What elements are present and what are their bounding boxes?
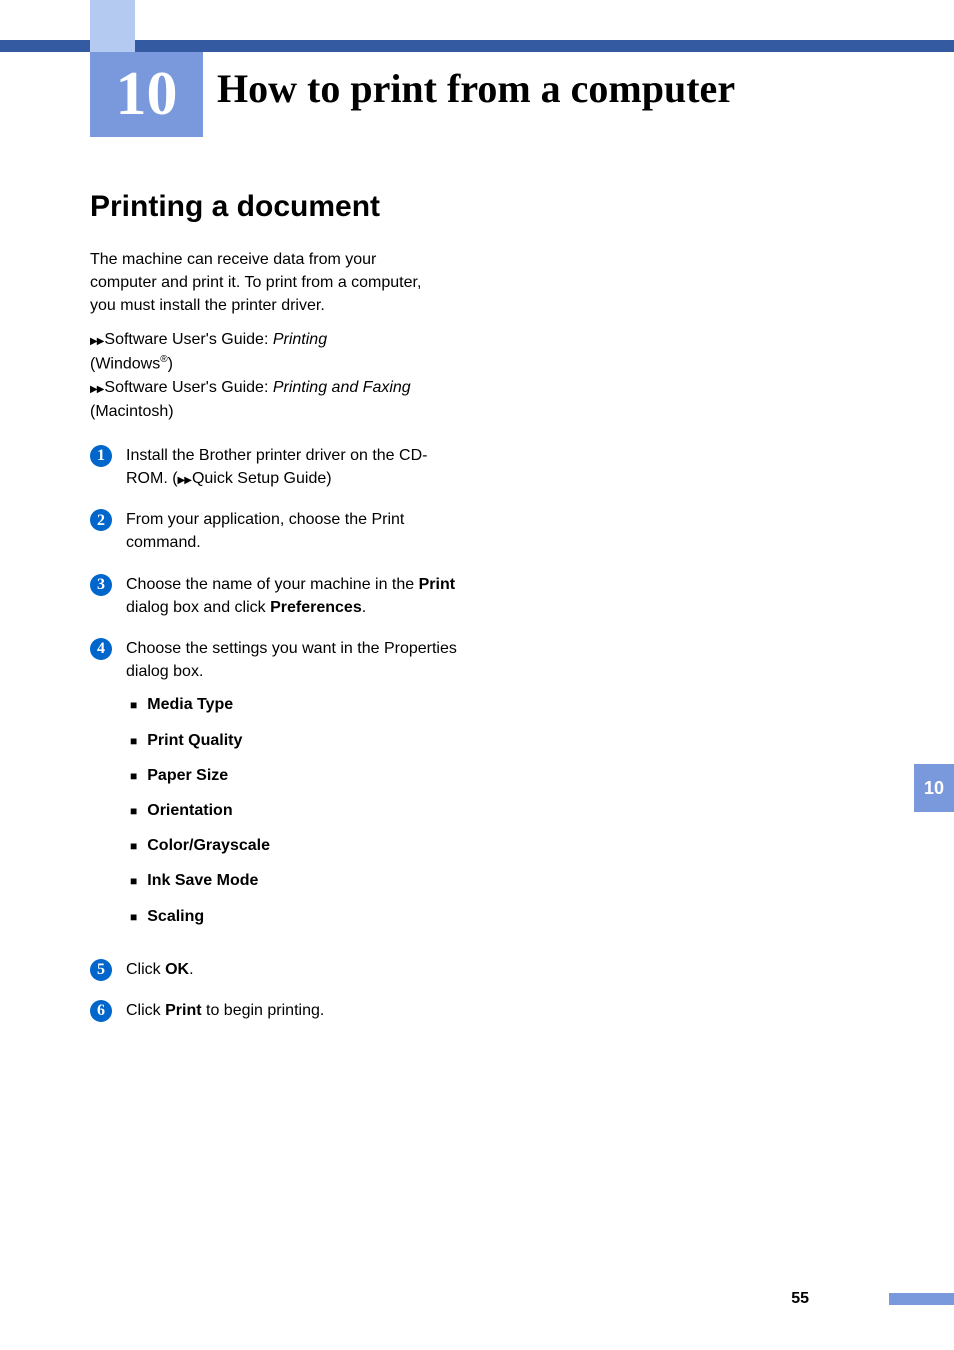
step-text: Click OK. (126, 958, 460, 981)
ref2-title: Printing and Faxing (273, 379, 411, 396)
registered-symbol: ® (160, 354, 167, 365)
setting-item: Ink Save Mode (130, 869, 460, 892)
setting-item: Media Type (130, 693, 460, 716)
step-text-part: . (362, 599, 366, 616)
footer-bar (889, 1293, 954, 1305)
step-2: 2 From your application, choose the Prin… (90, 508, 460, 554)
step-3: 3 Choose the name of your machine in the… (90, 573, 460, 619)
step-1: 1 Install the Brother printer driver on … (90, 444, 460, 490)
step-text-link: Quick Setup Guide (192, 470, 326, 487)
ref1-title: Printing (273, 331, 327, 348)
step-text-part: . (189, 961, 193, 978)
step-text-part: Click (126, 1002, 165, 1019)
ref1-prefix: Software User's Guide: (104, 331, 272, 348)
step-number-badge: 4 (90, 638, 112, 660)
double-arrow-icon (90, 331, 104, 348)
step-text-part: to begin printing. (202, 1002, 325, 1019)
step-text-bold: Preferences (270, 599, 362, 616)
ref1-paren-close: ) (168, 355, 173, 372)
step-number-badge: 3 (90, 574, 112, 596)
steps-list: 1 Install the Brother printer driver on … (90, 444, 460, 1022)
content-column: Printing a document The machine can rece… (90, 190, 490, 1040)
ref2-prefix: Software User's Guide: (104, 379, 272, 396)
page-footer: 55 (0, 1290, 954, 1308)
setting-item: Scaling (130, 905, 460, 928)
section-title: Printing a document (90, 190, 490, 224)
setting-item: Color/Grayscale (130, 834, 460, 857)
step-text: From your application, choose the Print … (126, 508, 460, 554)
setting-item: Orientation (130, 799, 460, 822)
step-text-part: Choose the settings you want in the Prop… (126, 640, 457, 680)
ref1-paren-open: (Windows (90, 355, 160, 372)
step-text-part: dialog box and click (126, 599, 270, 616)
header-left-block (90, 0, 135, 52)
step-number-badge: 1 (90, 445, 112, 467)
step-6: 6 Click Print to begin printing. (90, 999, 460, 1022)
double-arrow-icon (178, 470, 192, 487)
setting-item: Print Quality (130, 729, 460, 752)
cross-references: Software User's Guide: Printing (Windows… (90, 328, 440, 424)
step-number-badge: 5 (90, 959, 112, 981)
page-number: 55 (791, 1290, 809, 1307)
step-text-part: ) (326, 470, 331, 487)
step-text: Choose the settings you want in the Prop… (126, 637, 460, 940)
settings-list: Media Type Print Quality Paper Size Orie… (130, 693, 460, 927)
step-text: Choose the name of your machine in the P… (126, 573, 460, 619)
step-text-bold: OK (165, 961, 189, 978)
chapter-number-box: 10 (90, 52, 203, 137)
intro-paragraph: The machine can receive data from your c… (90, 248, 440, 318)
header-bar (0, 40, 954, 52)
double-arrow-icon (90, 379, 104, 396)
step-number-badge: 2 (90, 509, 112, 531)
step-text-bold: Print (165, 1002, 201, 1019)
step-text-part: Choose the name of your machine in the (126, 576, 419, 593)
step-text-bold: Print (419, 576, 455, 593)
step-5: 5 Click OK. (90, 958, 460, 981)
chapter-side-tab: 10 (914, 764, 954, 812)
step-text-part: Click (126, 961, 165, 978)
setting-item: Paper Size (130, 764, 460, 787)
step-number-badge: 6 (90, 1000, 112, 1022)
step-text: Install the Brother printer driver on th… (126, 444, 460, 490)
page-title: How to print from a computer (217, 65, 735, 112)
step-4: 4 Choose the settings you want in the Pr… (90, 637, 460, 940)
step-text: Click Print to begin printing. (126, 999, 460, 1022)
ref2-suffix: (Macintosh) (90, 403, 174, 420)
